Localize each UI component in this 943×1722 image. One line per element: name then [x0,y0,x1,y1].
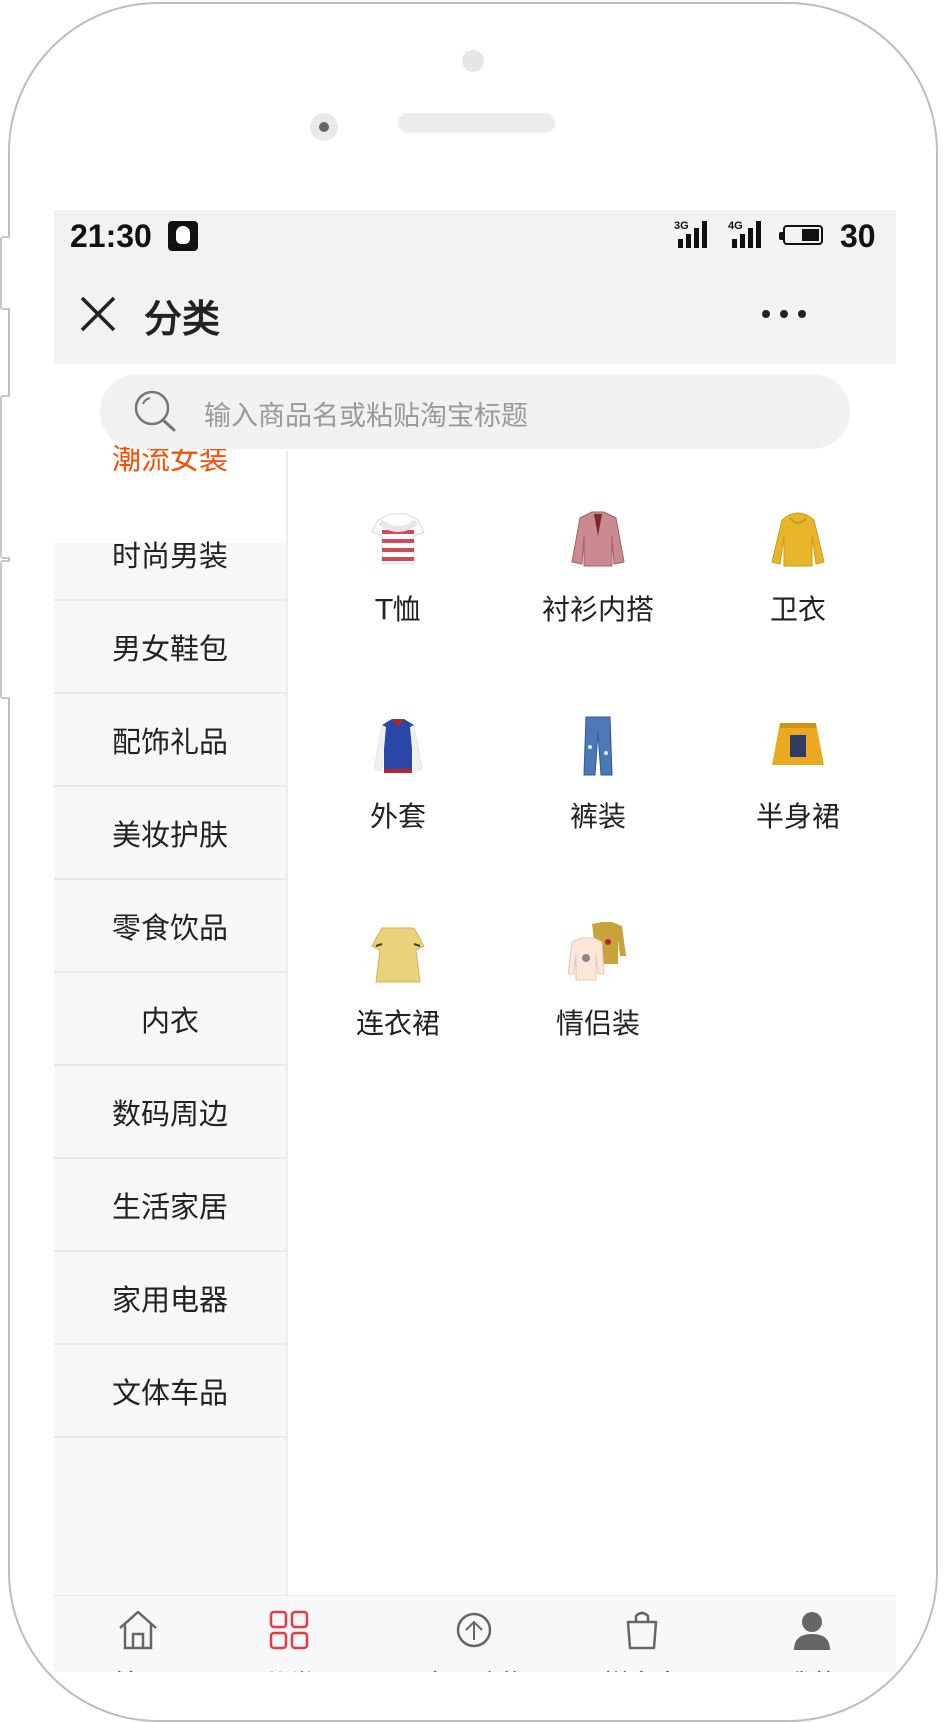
category-item[interactable]: 美妆护肤 [54,787,286,880]
category-label: 男女鞋包 [111,631,228,666]
subcategory-item[interactable]: 半身裙 [698,687,896,833]
status-bar: 21:30 3G 4G 30 [54,210,896,264]
qq-notification-icon [168,221,198,251]
more-button[interactable] [754,294,814,334]
category-label: 零食饮品 [111,910,228,945]
skirt-icon [772,723,824,765]
subcategory-item[interactable]: 连衣裙 [298,894,498,1040]
jeans-icon [583,716,613,776]
tab-home[interactable]: 首页 [54,1596,222,1672]
subcategory-item[interactable]: 卫衣 [698,480,896,626]
subcategory-item[interactable]: 情侣装 [498,894,698,1040]
signal-4g-icon: 4G [728,220,770,250]
varsity-jacket-icon [374,719,422,773]
search-placeholder: 输入商品名或粘贴淘宝标题 [204,401,528,432]
status-time: 21:30 [70,218,152,254]
front-camera [310,113,338,141]
subcategory-label: 连衣裙 [355,1007,440,1040]
subcategory-label: 外套 [369,800,426,833]
tab-label: 首页 [54,1664,222,1672]
nav-bar: 分类 [54,264,896,364]
category-item[interactable]: 男女鞋包 [54,601,286,694]
category-label: 时尚男装 [111,538,228,573]
home-icon [119,1610,157,1650]
earpiece [398,113,555,133]
category-item[interactable]: 配饰礼品 [54,694,286,787]
close-icon [80,296,116,332]
subcategory-item[interactable]: 外套 [298,687,498,833]
category-label: 美妆护肤 [111,817,228,852]
tab-label: 拼多多 [558,1664,726,1672]
more-icon [762,310,806,318]
page-title: 分类 [144,297,221,341]
screen: 21:30 3G 4G 30 分类 潮流女装 时尚男装 男女鞋包 配饰礼品 美妆… [54,210,896,1672]
user-icon [794,1612,830,1650]
battery-level: 30 [840,218,876,254]
rebate-icon [456,1612,492,1648]
search-icon [134,390,176,432]
side-button [0,560,10,699]
subcategory-label: T恤 [375,593,421,626]
category-item[interactable]: 数码周边 [54,1066,286,1159]
side-button [0,236,10,310]
blouse-icon [571,511,625,567]
tab-label: 分类 [205,1664,373,1672]
category-label: 数码周边 [111,1096,228,1131]
category-label: 家用电器 [111,1282,228,1317]
shopping-bag-icon [626,1611,658,1650]
category-label: 内衣 [140,1003,199,1038]
subcategory-label: 情侣装 [555,1007,640,1040]
category-item[interactable]: 时尚男装 [54,508,286,601]
side-button [0,395,10,559]
dress-icon [371,927,425,983]
subcategory-label: 半身裙 [755,800,840,833]
subcategory-item[interactable]: T恤 [298,480,498,626]
subcategory-label: 裤装 [569,800,626,833]
proximity-sensor [462,50,484,72]
tab-mine[interactable]: 我的 [728,1596,896,1672]
tab-category[interactable]: 分类 [205,1596,373,1672]
battery-icon [779,225,823,245]
tab-label: 全网购物 [390,1664,558,1672]
category-label: 配饰礼品 [111,724,228,759]
signal-3g-icon: 3G [674,220,716,250]
grid-icon [269,1610,309,1650]
category-label: 文体车品 [111,1375,228,1410]
subcategory-grid: T恤 衬衫内搭 卫衣 外套 裤装 半身裙 连衣裙 情侣装 [288,450,896,1550]
category-item[interactable]: 生活家居 [54,1159,286,1252]
subcategory-label: 卫衣 [769,593,826,626]
category-item[interactable]: 文体车品 [54,1345,286,1438]
tab-pinduoduo[interactable]: 拼多多 [558,1596,726,1672]
category-sidebar: 潮流女装 时尚男装 男女鞋包 配饰礼品 美妆护肤 零食饮品 内衣 数码周边 生活… [54,442,288,1672]
bottom-tab-bar: 首页 分类 全网购物 拼多多 [54,1595,896,1672]
category-label: 生活家居 [111,1189,228,1224]
tab-rebate[interactable]: 全网购物 [390,1596,558,1672]
search-input[interactable]: 输入商品名或粘贴淘宝标题 [100,374,850,449]
subcategory-label: 衬衫内搭 [541,593,654,626]
category-item[interactable]: 内衣 [54,973,286,1066]
tab-label: 我的 [728,1664,896,1672]
subcategory-item[interactable]: 衬衫内搭 [498,480,698,626]
category-item[interactable]: 家用电器 [54,1252,286,1345]
category-item[interactable]: 零食饮品 [54,880,286,973]
close-button[interactable] [76,292,120,336]
couple-sweaters-icon [568,922,626,981]
striped-tshirt-icon [371,513,425,565]
subcategory-item[interactable]: 裤装 [498,687,698,833]
hoodie-icon [771,512,825,567]
